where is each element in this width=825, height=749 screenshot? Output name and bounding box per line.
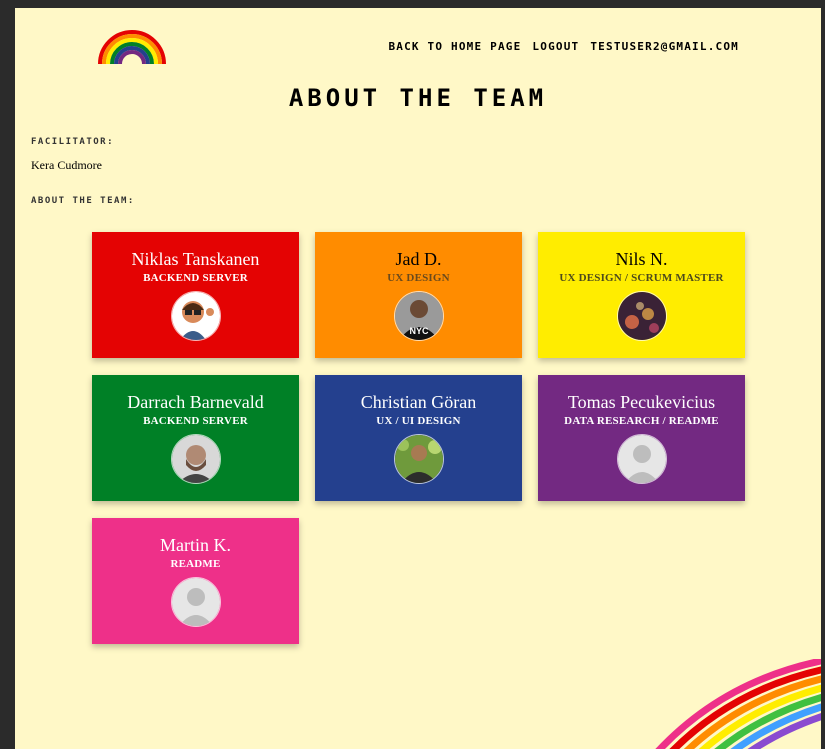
svg-text:NYC: NYC	[409, 326, 429, 336]
rainbow-logo[interactable]	[96, 26, 168, 64]
member-role: Backend Server	[143, 415, 248, 427]
photo-avatar-icon	[393, 434, 444, 484]
rainbow-decoration	[655, 659, 821, 749]
photo-avatar-icon: NYC	[393, 291, 444, 341]
page-title: About the Team	[288, 84, 548, 112]
member-name: Jad D.	[395, 249, 442, 269]
photo-avatar-icon	[170, 434, 221, 484]
member-role: UX Design / Scrum Master	[559, 272, 724, 284]
member-name: Tomas Pecukevicius	[567, 392, 716, 412]
member-role: UX / UI Design	[376, 415, 461, 427]
member-name: Nils N.	[615, 249, 668, 269]
bokeh-avatar-icon	[616, 291, 667, 341]
team-member-card[interactable]: Martin K. Readme	[92, 518, 299, 644]
team-grid: Niklas Tanskanen Backend Server Jad D. U…	[92, 232, 745, 644]
team-member-card[interactable]: Tomas Pecukevicius Data Research / Readm…	[538, 375, 745, 501]
user-email-link[interactable]: testuser2@gmail.com	[590, 40, 739, 53]
member-role: Data Research / Readme	[564, 415, 719, 427]
facilitator-label: Facilitator:	[31, 137, 115, 147]
page: Back to Home Page Logout testuser2@gmail…	[15, 8, 821, 749]
team-member-card[interactable]: Jad D. UX Design NYC	[315, 232, 522, 358]
back-to-home-link[interactable]: Back to Home Page	[388, 40, 521, 53]
default-user-icon	[616, 434, 667, 484]
cartoon-avatar-icon	[170, 291, 221, 341]
team-member-card[interactable]: Darrach Barnevald Backend Server	[92, 375, 299, 501]
member-role: Backend Server	[143, 272, 248, 284]
member-name: Darrach Barnevald	[127, 392, 264, 412]
logout-link[interactable]: Logout	[532, 40, 579, 53]
member-name: Niklas Tanskanen	[131, 249, 260, 269]
member-name: Martin K.	[160, 535, 231, 555]
team-label: About the team:	[31, 196, 135, 206]
team-member-card[interactable]: Christian Göran UX / UI Design	[315, 375, 522, 501]
member-role: UX Design	[387, 272, 450, 284]
team-member-card[interactable]: Nils N. UX Design / Scrum Master	[538, 232, 745, 358]
default-user-icon	[170, 577, 221, 627]
member-role: Readme	[170, 558, 221, 570]
member-name: Christian Göran	[360, 392, 477, 412]
facilitator-name: Kera Cudmore	[31, 158, 102, 172]
top-nav: Back to Home Page Logout testuser2@gmail…	[388, 40, 739, 53]
team-member-card[interactable]: Niklas Tanskanen Backend Server	[92, 232, 299, 358]
